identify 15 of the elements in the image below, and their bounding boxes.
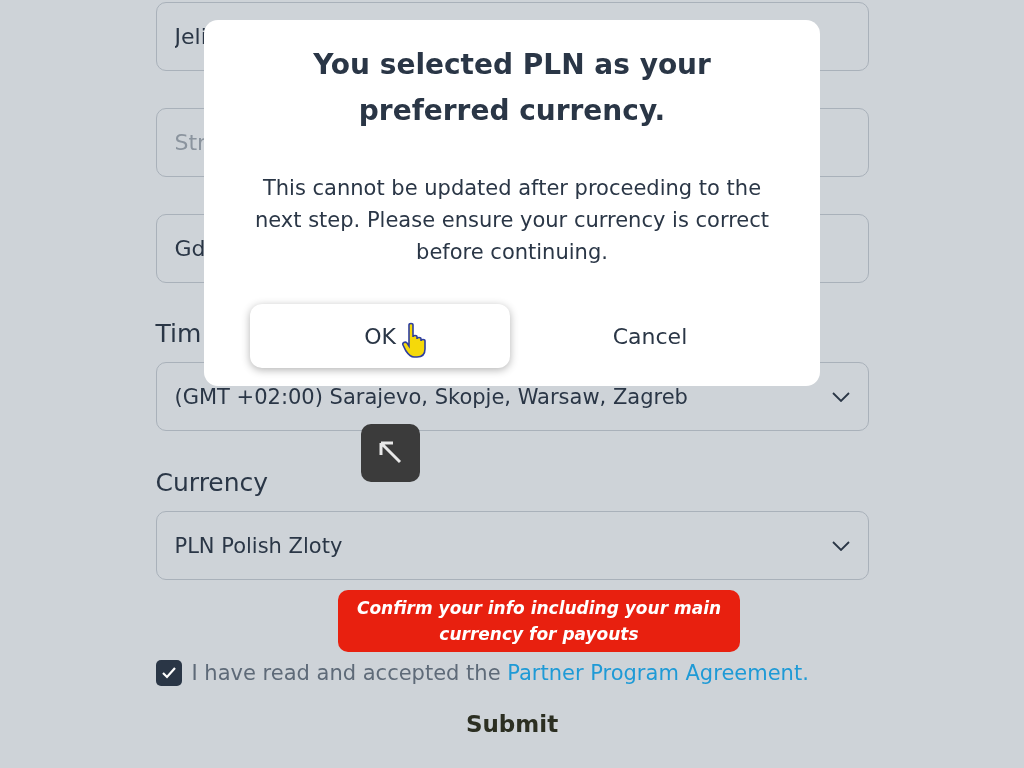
- hand-pointer-icon: [402, 322, 428, 358]
- currency-select[interactable]: PLN Polish Zloty: [155, 511, 869, 580]
- submit-button[interactable]: Submit: [459, 710, 565, 738]
- field-label: Currency: [155, 467, 269, 499]
- field-label: Tim: [155, 318, 202, 350]
- chevron-down-icon: [831, 391, 850, 402]
- agreement-text: I have read and accepted the Partner Program Agreement.: [191, 661, 809, 685]
- dialog-title: You selected PLN as your preferred currency.: [312, 47, 712, 129]
- caption-banner: Confirm your info including your main currency for payouts: [338, 590, 740, 652]
- checkbox[interactable]: [155, 660, 182, 686]
- check-icon: [160, 666, 177, 680]
- arrow-badge: [361, 424, 420, 482]
- dialog-message: This cannot be updated after proceeding to the next step. Please ensure your currency is correct before continuing.: [253, 175, 771, 266]
- chevron-down-icon: [831, 540, 850, 551]
- dialog-button[interactable]: OK: [250, 304, 510, 368]
